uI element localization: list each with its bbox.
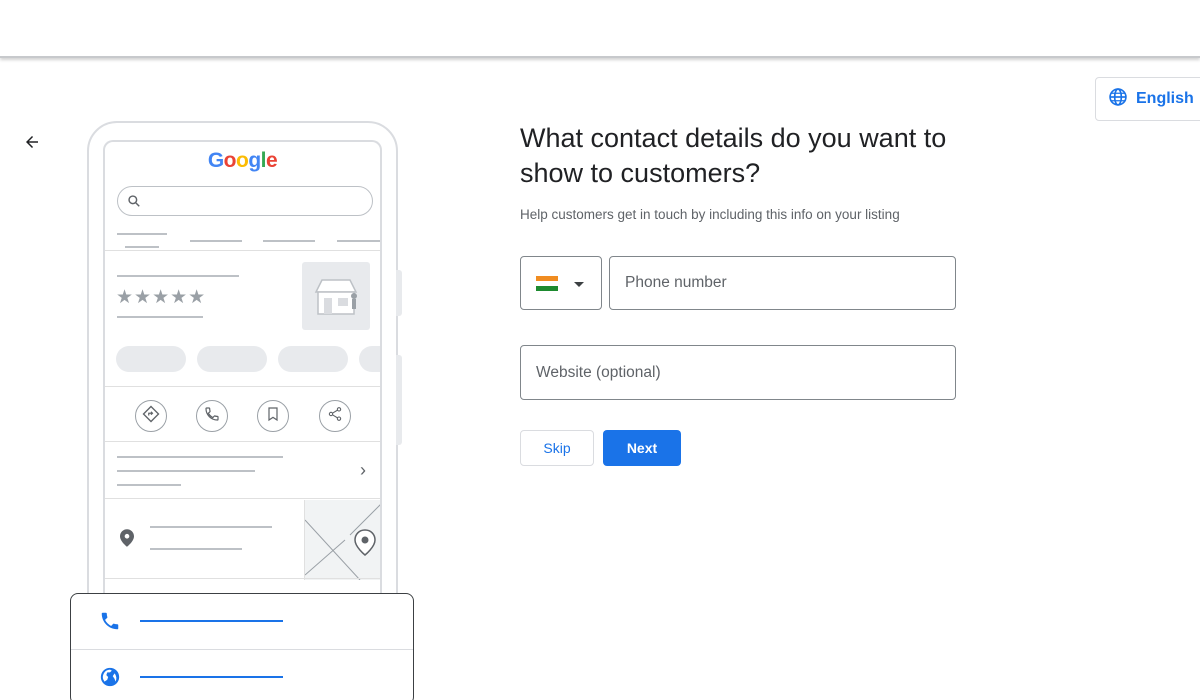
placeholder-line	[117, 275, 239, 277]
divider	[105, 441, 380, 442]
store-image	[302, 262, 370, 330]
website-input[interactable]	[520, 345, 956, 400]
card-phone-row	[71, 594, 413, 649]
chip-placeholder	[197, 346, 267, 372]
placeholder-line	[117, 456, 283, 458]
placeholder-line	[117, 484, 181, 486]
india-flag-icon	[536, 276, 558, 291]
top-app-bar	[0, 0, 1200, 58]
phone-icon	[204, 406, 220, 427]
divider	[105, 250, 380, 251]
tab-line	[117, 233, 167, 235]
language-selector-button[interactable]: English	[1095, 77, 1200, 121]
phone-number-input[interactable]	[609, 256, 956, 310]
divider	[105, 498, 380, 499]
placeholder-line	[117, 316, 203, 318]
website-placeholder-line	[140, 676, 283, 678]
chip-placeholder	[278, 346, 348, 372]
skip-button[interactable]: Skip	[520, 430, 594, 466]
phone-icon	[99, 610, 121, 637]
phone-placeholder-line	[140, 620, 283, 622]
tab-line	[337, 240, 380, 242]
chip-placeholder	[359, 346, 380, 372]
placeholder-line	[150, 548, 242, 550]
next-button[interactable]: Next	[603, 430, 681, 466]
divider	[105, 578, 380, 579]
page-title: What contact details do you want to show…	[520, 123, 947, 188]
directions-icon	[142, 405, 160, 428]
tab-line	[190, 240, 242, 242]
phone-side-button	[396, 270, 402, 316]
card-website-row	[71, 650, 413, 700]
divider	[105, 386, 380, 387]
save-action	[257, 400, 289, 432]
share-action	[319, 400, 351, 432]
back-button[interactable]	[18, 130, 46, 158]
rating-stars: ★★★★★	[116, 287, 207, 308]
country-code-select[interactable]	[520, 256, 602, 310]
page-subtitle: Help customers get in touch by including…	[520, 207, 900, 222]
chevron-right-icon: ›	[360, 460, 366, 480]
phone-side-button	[396, 355, 402, 445]
google-logo: Google	[207, 149, 278, 172]
tab-line	[263, 240, 315, 242]
store-icon	[302, 279, 370, 334]
contact-info-card	[70, 593, 414, 700]
call-action	[196, 400, 228, 432]
chip-placeholder	[116, 346, 186, 372]
placeholder-line	[150, 526, 272, 528]
dropdown-caret-icon	[574, 282, 584, 287]
directions-action	[135, 400, 167, 432]
language-label: English	[1136, 90, 1194, 107]
arrow-back-icon	[23, 133, 41, 156]
map-thumbnail	[304, 500, 380, 581]
globe-icon	[99, 666, 121, 693]
share-icon	[327, 406, 343, 427]
bookmark-icon	[265, 406, 281, 427]
globe-icon	[1108, 87, 1128, 112]
location-pin-icon	[120, 529, 134, 552]
placeholder-line	[117, 470, 255, 472]
illustration-search-bar	[117, 186, 373, 216]
tab-line	[125, 246, 159, 248]
